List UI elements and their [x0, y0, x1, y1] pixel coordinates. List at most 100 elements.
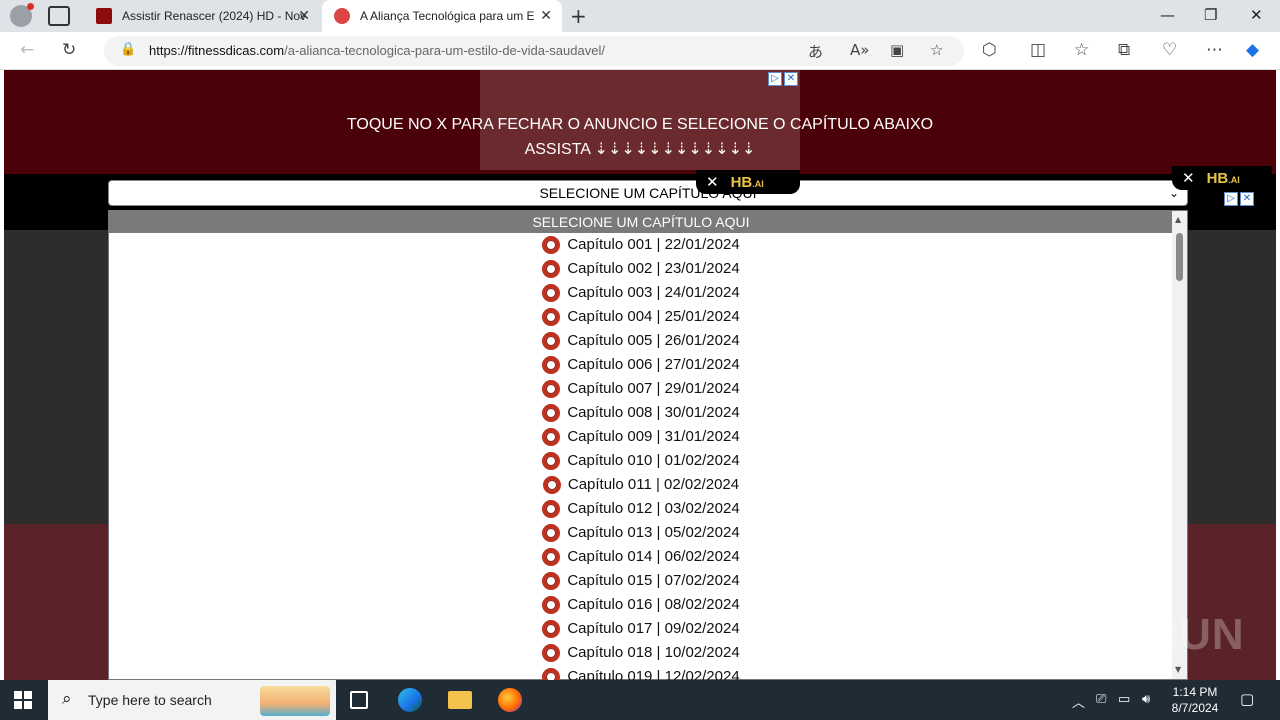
- chapter-ring-icon: [542, 260, 561, 278]
- adchoices-icon[interactable]: ▷: [768, 72, 782, 86]
- close-tab-icon[interactable]: ✕: [540, 7, 552, 24]
- chapter-label: Capítulo 014 | 06/02/2024: [567, 548, 740, 565]
- chapter-ring-icon: [542, 644, 561, 662]
- chapter-ring-icon: [542, 236, 561, 254]
- chapter-option[interactable]: Capítulo 016 | 08/02/2024: [109, 593, 1173, 617]
- scroll-thumb[interactable]: [1176, 233, 1183, 281]
- chapter-option[interactable]: Capítulo 006 | 27/01/2024: [109, 353, 1173, 377]
- lock-icon[interactable]: 🔒: [120, 42, 136, 57]
- restore-icon[interactable]: ❐: [1204, 6, 1217, 24]
- url-text[interactable]: https://fitnessdicas.com/a-alianca-tecno…: [149, 43, 605, 58]
- firefox-icon[interactable]: [498, 688, 522, 712]
- dropdown-header-option[interactable]: SELECIONE UM CAPÍTULO AQUI: [109, 211, 1173, 233]
- adchoices-icon[interactable]: ▷: [1224, 192, 1238, 206]
- scroll-up-icon[interactable]: ▲: [1175, 215, 1181, 224]
- chapter-option[interactable]: Capítulo 004 | 25/01/2024: [109, 305, 1173, 329]
- task-view-icon[interactable]: [350, 691, 368, 709]
- windows-taskbar: ⌕ Type here to search ︿ ⎚ ▭ 🔊︎ 1:14 PM 8…: [0, 680, 1280, 720]
- ad-close-icon[interactable]: ✕: [784, 72, 798, 86]
- chapter-select[interactable]: SELECIONE UM CAPÍTULO AQUI ⌄: [108, 180, 1188, 206]
- chapter-ring-icon: [542, 476, 561, 494]
- browser-essentials-icon[interactable]: ♡: [1162, 40, 1177, 60]
- profile-icon[interactable]: [10, 3, 34, 27]
- chapter-dropdown-list[interactable]: SELECIONE UM CAPÍTULO AQUI Capítulo 001 …: [108, 210, 1188, 680]
- chapter-label: Capítulo 011 | 02/02/2024: [567, 476, 740, 493]
- chapter-label: Capítulo 016 | 08/02/2024: [567, 596, 740, 613]
- file-explorer-icon[interactable]: [448, 691, 472, 709]
- show-hidden-icons-icon[interactable]: ︿: [1072, 692, 1085, 711]
- extensions-icon[interactable]: ⬡: [982, 40, 997, 60]
- favorite-star-icon[interactable]: ☆: [930, 41, 943, 59]
- chapter-label: Capítulo 017 | 09/02/2024: [567, 620, 740, 637]
- close-tab-icon[interactable]: ✕: [298, 7, 310, 24]
- chapter-option[interactable]: Capítulo 001 | 22/01/2024: [109, 233, 1173, 257]
- translate-icon[interactable]: あ: [808, 41, 823, 62]
- collections-icon[interactable]: ⧉: [1118, 40, 1130, 60]
- back-icon[interactable]: ←: [20, 40, 34, 60]
- chapter-option[interactable]: Capítulo 013 | 05/02/2024: [109, 521, 1173, 545]
- refresh-icon[interactable]: ↻: [62, 40, 76, 60]
- chapter-label: Capítulo 003 | 24/01/2024: [567, 284, 740, 301]
- chapter-label: Capítulo 002 | 23/01/2024: [567, 260, 740, 277]
- hb-ad-close[interactable]: ✕ HB.AI: [696, 170, 800, 194]
- url-path: /a-alianca-tecnologica-para-um-estilo-de…: [284, 43, 605, 58]
- ad-close-icon[interactable]: ✕: [1240, 192, 1254, 206]
- chapter-ring-icon: [542, 380, 561, 398]
- chapter-option[interactable]: Capítulo 009 | 31/01/2024: [109, 425, 1173, 449]
- chapter-option[interactable]: Capítulo 011 | 02/02/2024: [109, 473, 1173, 497]
- edge-icon[interactable]: [398, 688, 422, 712]
- chapter-label: Capítulo 005 | 26/01/2024: [567, 332, 740, 349]
- tab-actions-icon[interactable]: [48, 6, 70, 26]
- system-clock[interactable]: 1:14 PM 8/7/2024: [1160, 684, 1230, 716]
- new-tab-icon[interactable]: +: [570, 4, 587, 28]
- network-icon[interactable]: ▭: [1118, 692, 1130, 707]
- chapter-option[interactable]: Capítulo 012 | 03/02/2024: [109, 497, 1173, 521]
- immersive-reader-icon[interactable]: ▣: [890, 41, 904, 59]
- taskbar-search[interactable]: ⌕ Type here to search: [48, 680, 336, 720]
- chapter-option[interactable]: Capítulo 017 | 09/02/2024: [109, 617, 1173, 641]
- chapter-ring-icon: [542, 548, 561, 566]
- device-icon[interactable]: ⎚: [1096, 692, 1106, 707]
- site-favicon-icon: [334, 8, 350, 24]
- chapter-label: Capítulo 019 | 12/02/2024: [567, 668, 740, 680]
- chapter-ring-icon: [542, 572, 561, 590]
- read-aloud-icon[interactable]: A»: [850, 41, 869, 59]
- hb-brand: HB: [1206, 170, 1229, 187]
- chapter-option[interactable]: Capítulo 014 | 06/02/2024: [109, 545, 1173, 569]
- copilot-icon[interactable]: ◆: [1246, 40, 1259, 60]
- tab-title: Assistir Renascer (2024) HD - Nov: [122, 9, 307, 23]
- chapter-ring-icon: [542, 596, 561, 614]
- chapter-label: Capítulo 010 | 01/02/2024: [567, 452, 740, 469]
- notifications-icon[interactable]: ▢: [1240, 690, 1254, 708]
- minimize-icon[interactable]: —: [1160, 6, 1175, 24]
- chapter-option[interactable]: Capítulo 010 | 01/02/2024: [109, 449, 1173, 473]
- search-highlight-image: [260, 686, 330, 716]
- windows-start-icon[interactable]: [14, 691, 32, 709]
- dropdown-scrollbar[interactable]: ▲ ▼: [1172, 211, 1187, 679]
- hb-brand-suffix: .AI: [752, 179, 764, 189]
- chapter-option[interactable]: Capítulo 018 | 10/02/2024: [109, 641, 1173, 665]
- chapter-option[interactable]: Capítulo 003 | 24/01/2024: [109, 281, 1173, 305]
- chapter-option[interactable]: Capítulo 008 | 30/01/2024: [109, 401, 1173, 425]
- scroll-down-icon[interactable]: ▼: [1175, 665, 1181, 674]
- chapter-ring-icon: [542, 452, 561, 470]
- chapter-label: Capítulo 012 | 03/02/2024: [567, 500, 740, 517]
- chapter-option[interactable]: Capítulo 019 | 12/02/2024: [109, 665, 1173, 680]
- chapter-option[interactable]: Capítulo 002 | 23/01/2024: [109, 257, 1173, 281]
- chapter-option[interactable]: Capítulo 015 | 07/02/2024: [109, 569, 1173, 593]
- chapter-ring-icon: [542, 500, 561, 518]
- chapter-option[interactable]: Capítulo 007 | 29/01/2024: [109, 377, 1173, 401]
- close-icon[interactable]: ✕: [706, 174, 719, 191]
- volume-icon[interactable]: 🔊︎: [1142, 692, 1150, 707]
- favorites-icon[interactable]: ☆: [1074, 40, 1089, 60]
- tab-renascer[interactable]: Assistir Renascer (2024) HD - Nov ✕: [84, 0, 320, 32]
- close-window-icon[interactable]: ✕: [1250, 6, 1263, 24]
- chapter-option[interactable]: Capítulo 005 | 26/01/2024: [109, 329, 1173, 353]
- settings-more-icon[interactable]: ⋯: [1206, 40, 1223, 60]
- tab-alianca[interactable]: A Aliança Tecnológica para um E ✕: [322, 0, 562, 32]
- chapter-ring-icon: [542, 524, 561, 542]
- address-bar[interactable]: 🔒 https://fitnessdicas.com/a-alianca-tec…: [104, 36, 964, 66]
- close-icon[interactable]: ✕: [1182, 170, 1195, 187]
- hb-ad-close-right[interactable]: ✕ HB.AI: [1172, 166, 1272, 190]
- split-screen-icon[interactable]: ◫: [1030, 40, 1046, 60]
